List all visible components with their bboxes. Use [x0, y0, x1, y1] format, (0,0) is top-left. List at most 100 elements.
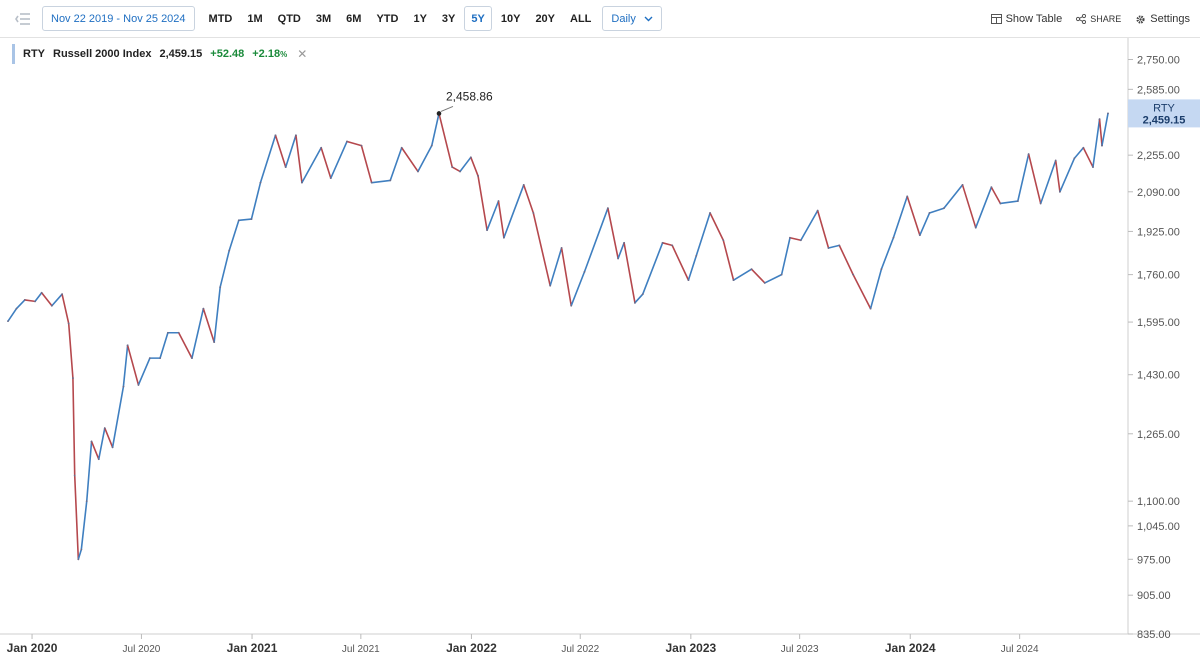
price-chart[interactable]: 2,750.002,585.002,420.002,255.002,090.00… [0, 38, 1200, 657]
y-tick-label: 2,255.00 [1137, 150, 1180, 162]
period-button-5y[interactable]: 5Y [464, 6, 492, 31]
show-table-button[interactable]: Show Table [990, 13, 1063, 25]
data-point [430, 144, 433, 147]
price-segment [1073, 146, 1085, 160]
period-button-1m[interactable]: 1M [241, 6, 268, 31]
price-segment [943, 184, 964, 210]
data-point [497, 200, 500, 203]
data-point [532, 212, 535, 214]
data-point [1082, 146, 1085, 149]
period-button-3y[interactable]: 3Y [436, 6, 461, 31]
price-segment [1054, 159, 1061, 193]
price-segment [974, 186, 993, 229]
period-button-20y[interactable]: 20Y [529, 6, 561, 31]
price-segment [641, 242, 664, 295]
data-point [177, 331, 180, 334]
date-range-picker[interactable]: Nov 22 2019 - Nov 25 2024 [42, 6, 195, 31]
price-segment [503, 184, 525, 239]
price-segment [73, 474, 80, 561]
price-segment [583, 207, 609, 273]
period-button-mtd[interactable]: MTD [203, 6, 239, 31]
data-point [477, 175, 479, 177]
price-tag-symbol: RTY [1153, 102, 1175, 114]
price-segment [202, 307, 215, 343]
data-point [623, 241, 626, 244]
price-segment [259, 134, 277, 184]
data-point [80, 548, 83, 551]
price-segment [274, 134, 287, 168]
price-segment [103, 427, 114, 449]
period-button-6m[interactable]: 6M [340, 6, 367, 31]
price-segment [329, 140, 348, 179]
price-segment [137, 357, 151, 386]
data-point [583, 270, 586, 273]
data-point [122, 385, 125, 388]
price-segment [51, 293, 63, 307]
price-segment [1039, 159, 1057, 205]
price-segment [34, 291, 43, 303]
settings-button[interactable]: Settings [1135, 13, 1190, 25]
price-segment [159, 331, 169, 359]
price-segment [320, 146, 332, 179]
price-segment [67, 322, 74, 379]
menu-toggle-icon[interactable] [8, 4, 38, 34]
data-point [295, 134, 297, 137]
data-point [451, 166, 454, 168]
show-table-label: Show Table [1005, 13, 1063, 25]
data-point [827, 247, 830, 249]
period-button-3m[interactable]: 3M [310, 6, 337, 31]
period-button-10y[interactable]: 10Y [495, 6, 527, 31]
price-segment [607, 207, 619, 260]
toolbar-actions: Show Table SHARE Settings [990, 0, 1190, 38]
period-button-all[interactable]: ALL [564, 6, 597, 31]
peak-label: 2,458.86 [446, 89, 493, 103]
period-button-1y[interactable]: 1Y [407, 6, 432, 31]
price-segment [389, 146, 403, 182]
price-segment [40, 291, 53, 307]
data-point [732, 279, 735, 282]
price-segment [532, 212, 551, 287]
data-point [763, 282, 766, 284]
data-point [606, 207, 609, 210]
data-point [360, 144, 363, 147]
data-point [389, 179, 392, 182]
price-segment [549, 247, 563, 287]
data-point [990, 186, 993, 189]
data-point [838, 244, 841, 247]
price-segment [919, 212, 931, 237]
data-point [617, 257, 620, 260]
x-tick-label: Jan 2021 [227, 641, 278, 655]
price-segment [497, 200, 505, 239]
y-tick-label: 1,430.00 [1137, 370, 1180, 382]
x-tick-label: Jan 2024 [885, 641, 936, 655]
price-segment [827, 244, 841, 249]
data-point [892, 236, 895, 239]
price-segment [238, 218, 253, 222]
period-button-ytd[interactable]: YTD [370, 6, 404, 31]
share-icon [1076, 14, 1087, 24]
data-point [202, 307, 205, 310]
price-segment [400, 146, 419, 173]
price-segment [789, 236, 802, 242]
price-segment [623, 242, 636, 304]
data-point [67, 322, 70, 325]
interval-dropdown[interactable]: Daily [602, 6, 662, 31]
data-point [370, 181, 373, 184]
period-button-qtd[interactable]: QTD [272, 6, 307, 31]
price-segment [417, 144, 433, 173]
share-button[interactable]: SHARE [1076, 14, 1121, 24]
gear-icon [1136, 14, 1145, 24]
y-tick-label: 1,045.00 [1137, 521, 1180, 533]
data-point [1073, 157, 1076, 160]
price-segment [1027, 153, 1042, 205]
y-tick-label: 1,265.00 [1137, 429, 1180, 441]
price-segment [15, 299, 26, 310]
y-tick-label: 1,595.00 [1137, 317, 1180, 329]
price-segment [1017, 153, 1030, 202]
price-segment [438, 112, 454, 168]
price-segment [634, 293, 644, 304]
x-tick-label: Jul 2023 [781, 644, 819, 655]
data-point [72, 377, 74, 379]
price-segment [486, 200, 500, 231]
data-point [789, 236, 791, 239]
